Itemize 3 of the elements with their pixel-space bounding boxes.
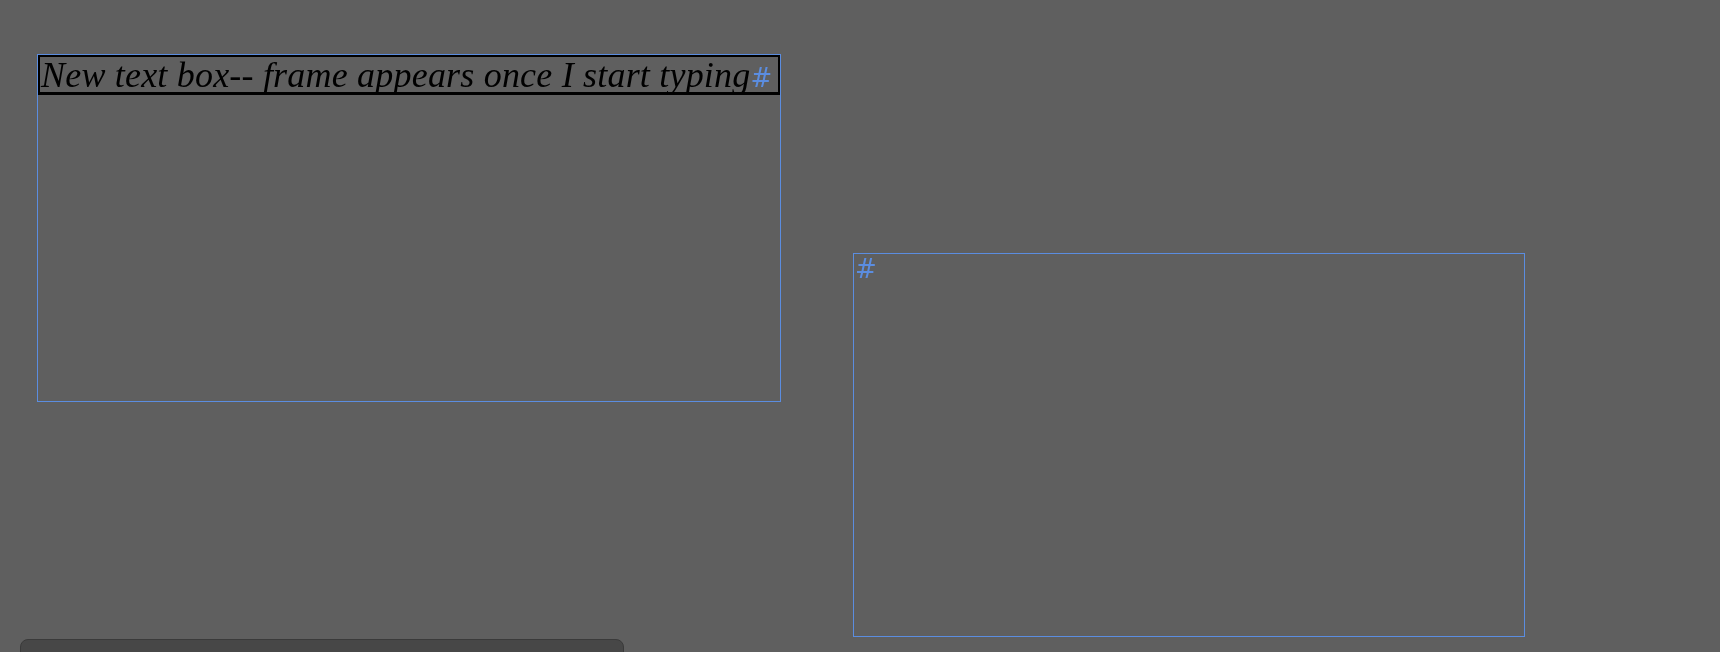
end-of-story-marker: # xyxy=(750,63,773,93)
end-of-story-marker: # xyxy=(855,254,877,284)
text-frame[interactable]: # xyxy=(853,253,1525,637)
